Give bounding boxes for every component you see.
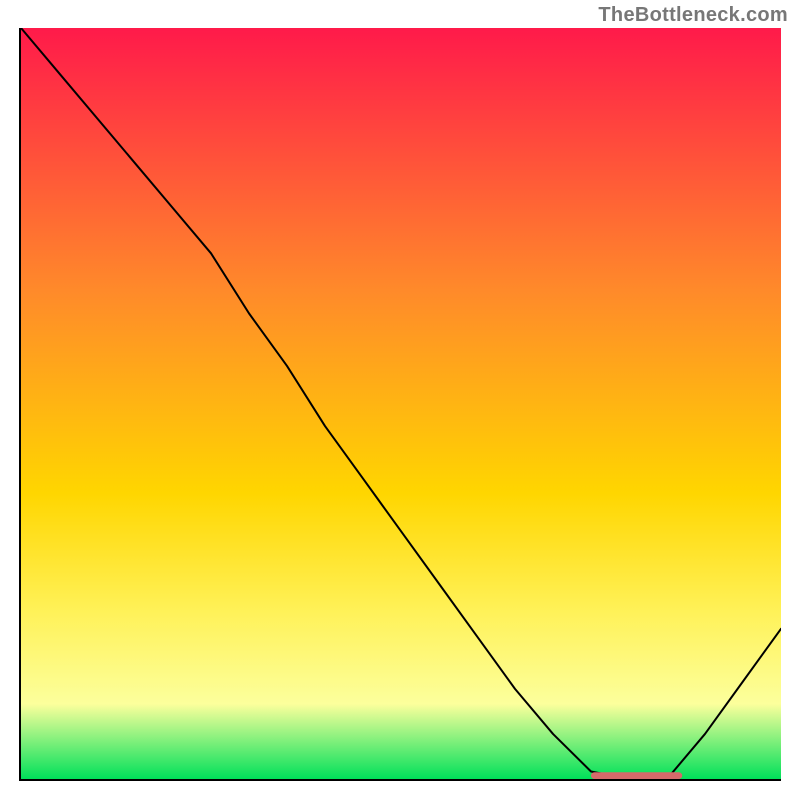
chart-area [19, 28, 781, 781]
chart-svg [21, 28, 781, 779]
gradient-bg [21, 28, 781, 779]
marker-band [591, 772, 682, 779]
watermark-label: TheBottleneck.com [598, 4, 788, 27]
